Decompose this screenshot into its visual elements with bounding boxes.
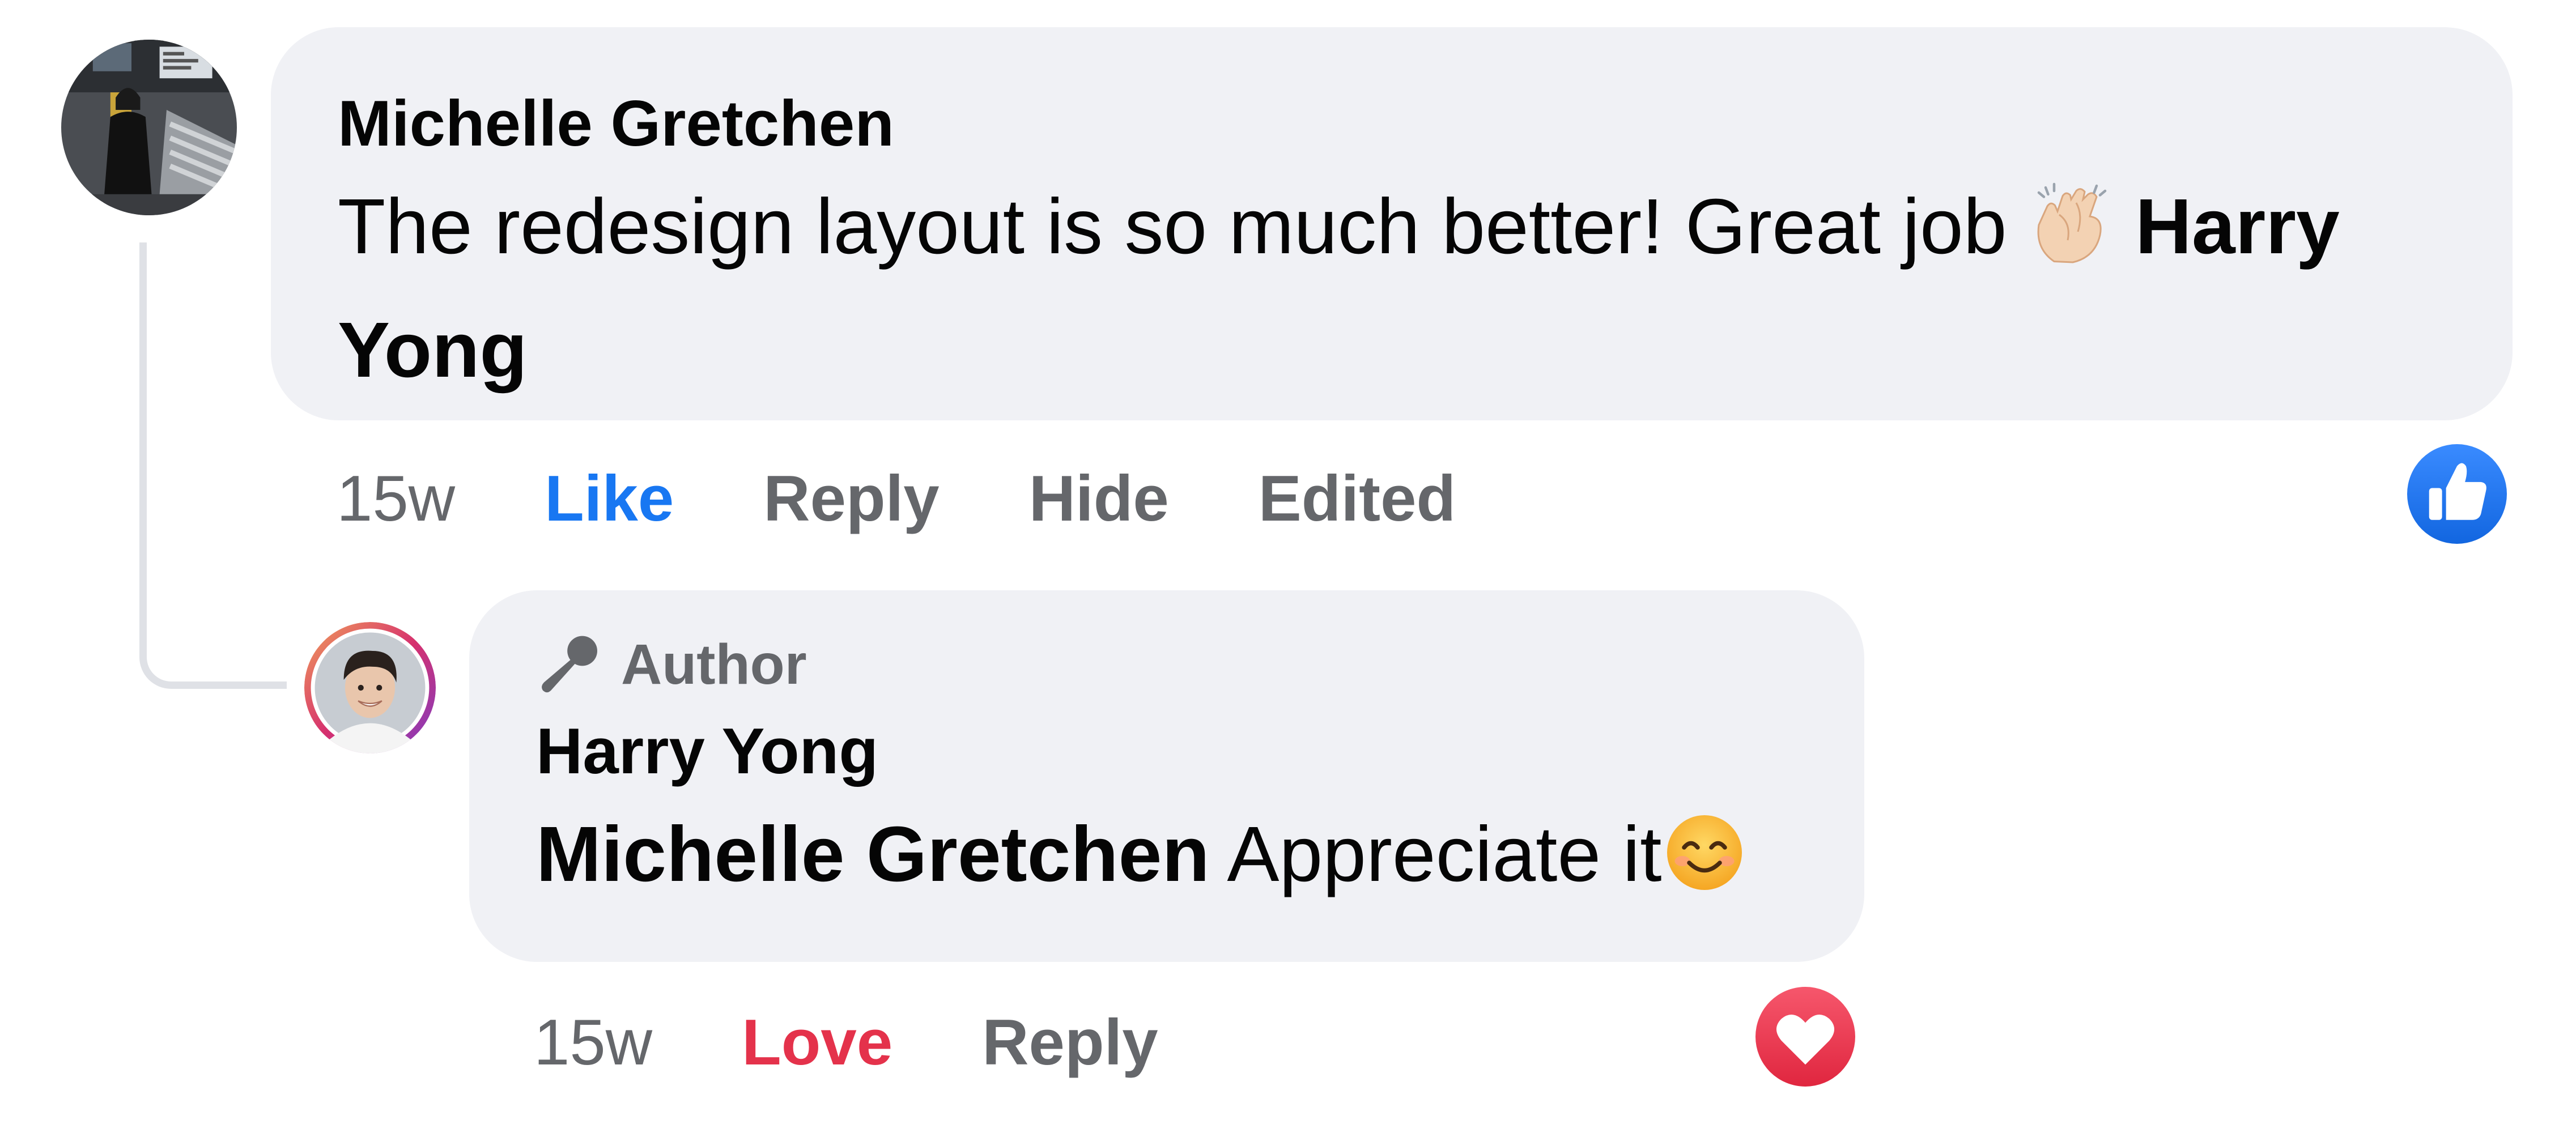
clapping-hands-icon (2029, 181, 2114, 295)
hide-button[interactable]: Hide (1029, 462, 1169, 536)
author-badge-label: Author (621, 632, 807, 696)
edited-label[interactable]: Edited (1259, 462, 1456, 536)
like-button[interactable]: Like (545, 462, 674, 536)
reply-button[interactable]: Reply (763, 462, 939, 536)
love-icon (1755, 987, 1855, 1087)
reply-body: Appreciate it (1209, 811, 1662, 898)
reply-bubble: Author Harry Yong Michelle Gretchen Appr… (469, 590, 1864, 962)
reply-text: Michelle Gretchen Appreciate it (536, 799, 1797, 922)
mention-link[interactable]: Michelle Gretchen (536, 811, 1210, 898)
profile-photo-michelle (61, 40, 237, 215)
reply-author-name[interactable]: Harry Yong (536, 709, 1797, 794)
smiling-face-icon (1662, 808, 1747, 922)
avatar[interactable] (61, 40, 237, 215)
comment-author-name[interactable]: Michelle Gretchen (338, 82, 2446, 167)
author-badge: Author (536, 628, 1797, 701)
like-icon (2407, 444, 2507, 544)
avatar[interactable] (304, 622, 436, 753)
microphone-icon (536, 631, 604, 698)
comment-timestamp[interactable]: 15w (337, 462, 455, 536)
profile-photo-harry (304, 622, 436, 753)
comment-actions: 15w Like Reply Hide Edited (337, 453, 1545, 544)
reply-timestamp[interactable]: 15w (534, 1006, 652, 1080)
like-reaction-badge[interactable] (2401, 438, 2513, 550)
thread-connector-line (139, 242, 287, 689)
comment-body: The redesign layout is so much better! G… (338, 183, 2029, 270)
reply-actions: 15w Love Reply (534, 997, 1248, 1088)
comment-bubble: Michelle Gretchen The redesign layout is… (271, 27, 2513, 420)
love-button[interactable]: Love (742, 1006, 892, 1080)
love-reaction-badge[interactable] (1750, 981, 1861, 1092)
reply-button[interactable]: Reply (982, 1006, 1158, 1080)
comment-text: The redesign layout is so much better! G… (338, 171, 2446, 406)
